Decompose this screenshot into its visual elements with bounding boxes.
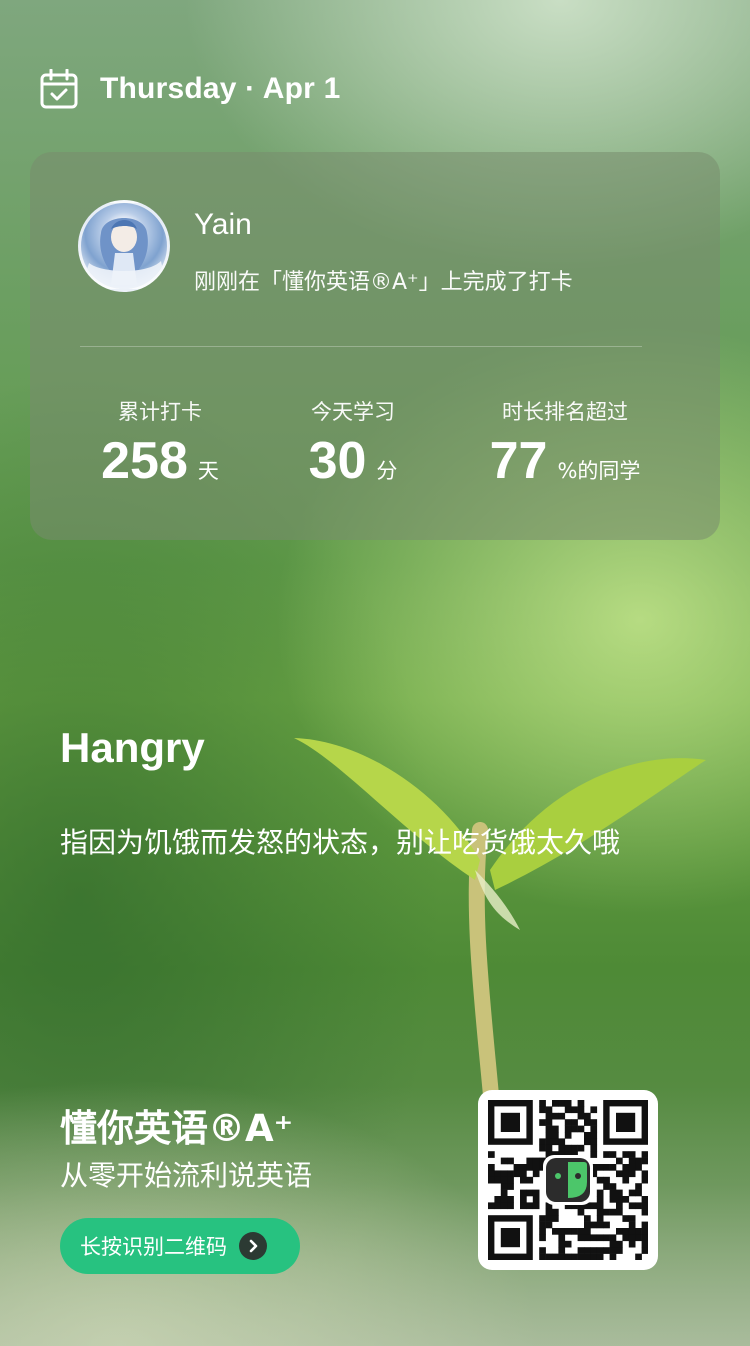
- brand-name: 懂你英语®A⁺: [60, 1107, 294, 1150]
- sprout-illustration: [294, 738, 706, 1140]
- stat-label: 今天学习: [311, 400, 395, 424]
- avatar[interactable]: [78, 200, 170, 292]
- stat-value: 77: [489, 432, 548, 490]
- checkin-text: 刚刚在「懂你英语®A⁺」上完成了打卡: [194, 270, 573, 295]
- stat-total-days: 累计打卡 258 天: [80, 396, 240, 490]
- stat-value: 258: [101, 432, 188, 490]
- app-logo-icon: [543, 1155, 593, 1205]
- word-title: Hangry: [60, 724, 205, 771]
- brand-tagline: 从零开始流利说英语: [60, 1159, 313, 1192]
- date-header: Thursday · Apr 1: [40, 68, 340, 110]
- stat-unit: 天: [197, 459, 219, 483]
- stat-label: 累计打卡: [118, 400, 202, 424]
- calendar-check-icon: [40, 69, 78, 109]
- stat-rank-percent: 时长排名超过 77 %的同学: [470, 396, 660, 490]
- stat-label: 时长排名超过: [502, 400, 628, 424]
- qr-code[interactable]: [478, 1090, 658, 1270]
- scan-qr-button[interactable]: 长按识别二维码: [60, 1218, 300, 1274]
- date-label: Thursday · Apr 1: [100, 72, 341, 105]
- stat-value: 30: [308, 432, 367, 490]
- word-meaning: 指因为饥饿而发怒的状态，别让吃货饿太久哦: [60, 826, 621, 859]
- stat-unit: %的同学: [557, 459, 641, 483]
- checkin-card: Yain 刚刚在「懂你英语®A⁺」上完成了打卡 累计打卡 258 天 今天学习 …: [30, 152, 720, 540]
- divider: [80, 346, 642, 347]
- stat-today-minutes: 今天学习 30 分: [278, 396, 428, 490]
- stat-unit: 分: [376, 459, 398, 483]
- chevron-right-icon: [239, 1232, 267, 1260]
- cta-label: 长按识别二维码: [80, 1235, 227, 1259]
- username: Yain: [194, 208, 252, 241]
